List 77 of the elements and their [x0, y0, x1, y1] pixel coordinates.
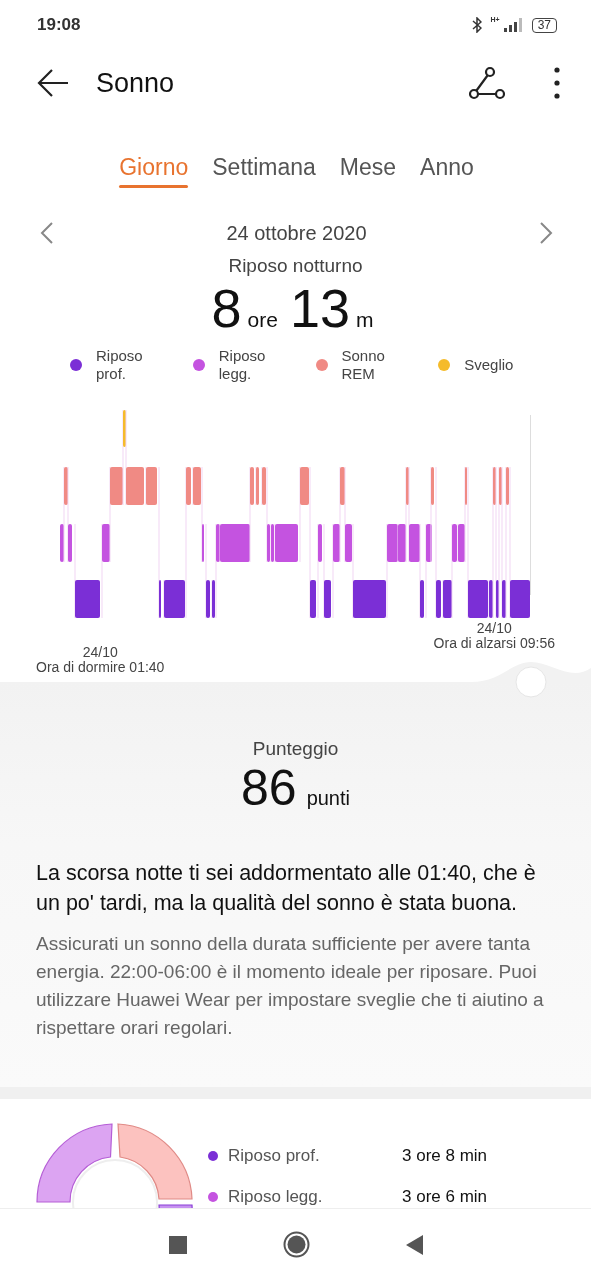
score-value: 86: [241, 762, 297, 814]
sleep-stage-bar: [68, 524, 72, 562]
back-nav-icon[interactable]: [405, 1234, 423, 1255]
sleep-stage-bar: [420, 580, 424, 618]
sleep-stage-bar: [60, 524, 64, 562]
sleep-stage-bar: [510, 580, 530, 618]
recent-apps-icon[interactable]: [168, 1235, 187, 1254]
bluetooth-icon: [472, 17, 483, 33]
sleep-stage-bar: [353, 580, 386, 618]
sleep-stage-bar: [409, 524, 420, 562]
signal-icon: [501, 18, 524, 32]
sleep-stage-bar: [262, 467, 266, 505]
bedtime-label: Ora di dormire 01:40: [36, 660, 165, 675]
sleep-stage-bar: [496, 580, 499, 618]
score-title: Punteggio: [251, 738, 340, 760]
advice-text: Assicurati un sonno della durata sufficiente per avere tanta energia. 22:00-06:00 è il momento ideale per riposare. Puoi utilizzare Huawei Wear per impostare sveglie che ti aiutino a rispettare orari regolari.: [36, 932, 545, 1040]
sleep-stage-bar: [443, 580, 452, 618]
sleep-stage-bar: [256, 467, 259, 505]
battery-indicator: 37: [531, 17, 557, 33]
stage-duration: 3 ore 8 min: [402, 1146, 488, 1166]
period-tab[interactable]: Settimana: [212, 150, 316, 188]
sleep-stage-bar: [506, 467, 509, 505]
sleep-stage-bar: [64, 467, 68, 505]
stage-label: Riposo prof.: [228, 1146, 321, 1166]
sleep-stage-bar: [206, 580, 210, 618]
sleep-stage-bar: [123, 410, 126, 447]
sleep-stage-bar: [436, 580, 441, 618]
legend-label: Sonno REM: [341, 347, 386, 383]
home-icon[interactable]: [282, 1231, 310, 1258]
back-icon[interactable]: [36, 68, 70, 98]
minutes-unit: m: [356, 308, 374, 332]
sleep-stage-bar: [493, 467, 496, 505]
end-date: 24/10: [475, 621, 513, 636]
wake-time-label: Ora di alzarsi 09:56: [433, 636, 555, 651]
sleep-stage-bar: [146, 467, 157, 505]
sleep-stage-bar: [126, 467, 144, 505]
next-day-icon[interactable]: [539, 221, 553, 245]
sleep-stage-bar: [340, 467, 345, 505]
date-label: 24 ottobre 2020: [226, 221, 367, 245]
sleep-stage-bar: [406, 467, 409, 505]
stage-label: Riposo legg.: [228, 1187, 324, 1207]
sleep-stage-bar: [300, 467, 309, 505]
sleep-stage-bar: [193, 467, 201, 505]
hours-unit: ore: [247, 308, 278, 332]
hours-value: 8: [211, 279, 242, 337]
sleep-stage-bar: [431, 467, 434, 505]
sleep-stage-bar: [212, 580, 215, 618]
sleep-stage-bar: [75, 580, 100, 618]
sleep-stage-bar: [102, 524, 110, 562]
sleep-stage-bar: [324, 580, 331, 618]
sleep-stage-bar: [387, 524, 398, 562]
sleep-stage-bar: [499, 467, 502, 505]
sleep-stage-bar: [502, 580, 506, 618]
status-time: 19:08: [37, 15, 81, 35]
assessment-text: La scorsa notte ti sei addormentato alle 01:40, che è un po' tardi, ma la qualità del sonno è stata buona.: [36, 860, 537, 917]
sleep-stage-bar: [164, 580, 185, 618]
start-date: 24/10: [81, 645, 119, 660]
page-title: Sonno: [96, 67, 176, 99]
sleep-stage-bar: [345, 524, 352, 562]
legend-label: Riposo legg.: [218, 347, 267, 383]
summary-title: Riposo notturno: [227, 255, 364, 277]
sleep-stage-bar: [333, 524, 340, 562]
sleep-stage-bar: [318, 524, 322, 562]
stage-duration: 3 ore 6 min: [402, 1187, 488, 1207]
sleep-stage-bar: [250, 467, 254, 505]
period-tab[interactable]: Mese: [339, 150, 397, 188]
legend-label: Riposo prof.: [96, 347, 144, 383]
sleep-stage-bar: [110, 467, 123, 505]
minutes-value: 13: [289, 279, 350, 337]
period-tab[interactable]: Anno: [420, 150, 474, 188]
sleep-stage-bar: [310, 580, 316, 618]
share-icon[interactable]: [469, 66, 505, 100]
sleep-stage-bar: [186, 467, 191, 505]
legend-label: Sveglio: [464, 356, 515, 374]
previous-day-icon[interactable]: [40, 221, 54, 245]
more-icon[interactable]: [553, 66, 561, 100]
score-unit: punti: [306, 787, 350, 810]
